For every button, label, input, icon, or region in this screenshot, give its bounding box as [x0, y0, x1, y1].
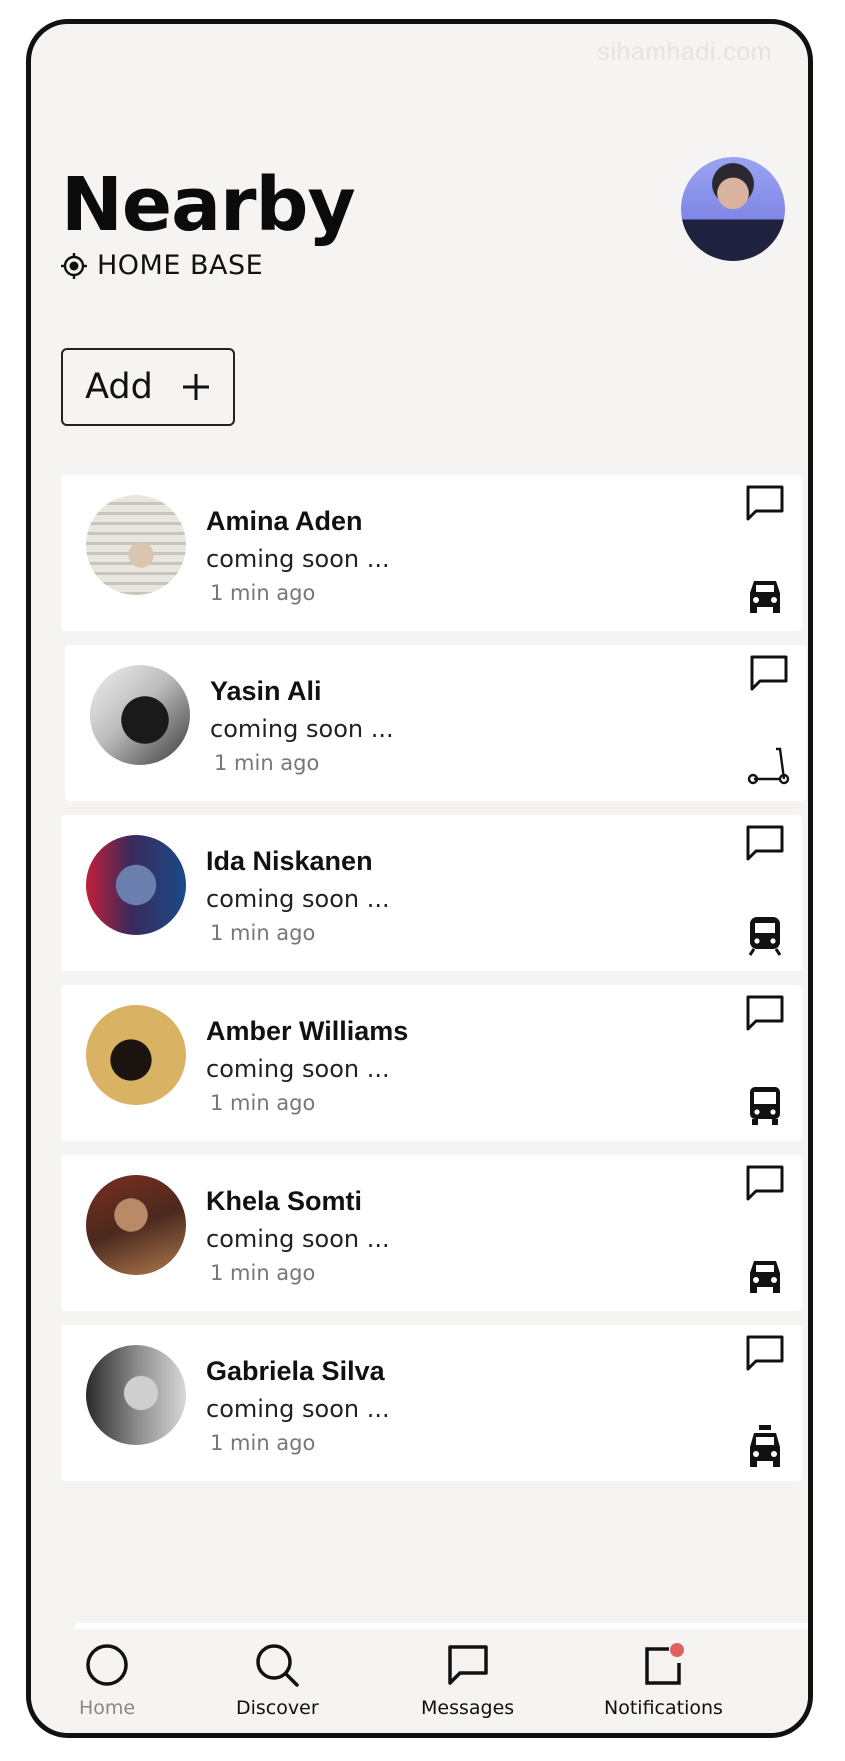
train-icon	[748, 917, 782, 956]
car-icon	[750, 581, 780, 613]
contact-name: Amina Aden	[206, 506, 363, 536]
add-button[interactable]: Add	[61, 348, 235, 426]
nav-home[interactable]: Home	[79, 1641, 135, 1719]
contact-card[interactable]: Amina Aden coming soon ... 1 min ago	[61, 475, 802, 631]
contact-card[interactable]: Yasin Ali coming soon ... 1 min ago	[65, 645, 806, 801]
location-label: HOME BASE	[97, 250, 264, 281]
location-row[interactable]: HOME BASE	[61, 250, 263, 281]
home-circle-icon	[86, 1644, 128, 1686]
bus-icon	[750, 1087, 780, 1125]
contact-card[interactable]: Gabriela Silva coming soon ... 1 min ago	[61, 1325, 802, 1481]
contact-status: coming soon ...	[206, 545, 390, 573]
contact-status: coming soon ...	[206, 1055, 390, 1083]
contact-name: Khela Somti	[206, 1186, 363, 1216]
contact-card[interactable]: Amber Williams coming soon ... 1 min ago	[61, 985, 802, 1141]
message-icon[interactable]	[748, 653, 790, 695]
contact-status: coming soon ...	[206, 1225, 390, 1253]
add-button-label: Add	[85, 367, 153, 407]
nav-home-label: Home	[79, 1697, 136, 1719]
message-icon[interactable]	[744, 823, 786, 865]
contact-time: 1 min ago	[210, 1261, 316, 1285]
message-icon[interactable]	[744, 483, 786, 525]
scooter-icon	[747, 747, 790, 785]
phone-frame: sihamhadi.com Nearby HOME BASE Add Amina…	[26, 19, 813, 1738]
bottom-nav: Home Discover Messages Notifications	[31, 1629, 808, 1733]
contact-time: 1 min ago	[210, 921, 316, 945]
search-icon	[256, 1644, 300, 1687]
contact-time: 1 min ago	[214, 751, 320, 775]
contact-name: Gabriela Silva	[206, 1356, 385, 1386]
notification-icon	[645, 1643, 685, 1685]
contact-time: 1 min ago	[210, 1431, 316, 1455]
contact-name: Ida Niskanen	[206, 846, 373, 876]
nav-discover-label: Discover	[236, 1697, 319, 1719]
avatar	[86, 1345, 186, 1445]
watermark: sihamhadi.com	[597, 38, 772, 66]
contact-status: coming soon ...	[210, 715, 394, 743]
avatar	[90, 665, 190, 765]
car-icon	[750, 1261, 780, 1293]
page-title: Nearby	[61, 162, 356, 248]
contact-name: Amber Williams	[206, 1016, 409, 1046]
contact-status: coming soon ...	[206, 1395, 390, 1423]
message-icon[interactable]	[744, 1333, 786, 1375]
contact-status: coming soon ...	[206, 885, 390, 913]
avatar	[86, 1175, 186, 1275]
contact-name: Yasin Ali	[210, 676, 322, 706]
message-icon[interactable]	[744, 993, 786, 1035]
location-target-icon	[61, 252, 87, 279]
message-icon[interactable]	[744, 1163, 786, 1205]
taxi-icon	[750, 1425, 780, 1467]
nav-messages[interactable]: Messages	[421, 1641, 514, 1719]
avatar	[86, 1005, 186, 1105]
avatar	[86, 495, 186, 595]
contact-time: 1 min ago	[210, 581, 316, 605]
nav-discover[interactable]: Discover	[236, 1641, 319, 1719]
contact-card[interactable]: Khela Somti coming soon ... 1 min ago	[61, 1155, 802, 1311]
message-icon	[447, 1645, 488, 1685]
nav-notifications-label: Notifications	[604, 1697, 723, 1719]
contact-time: 1 min ago	[210, 1091, 316, 1115]
plus-icon	[182, 374, 209, 400]
nav-messages-label: Messages	[421, 1697, 515, 1719]
nav-notifications[interactable]: Notifications	[604, 1641, 723, 1719]
contact-card[interactable]: Ida Niskanen coming soon ... 1 min ago	[61, 815, 802, 971]
avatar	[86, 835, 186, 935]
profile-avatar[interactable]	[681, 157, 785, 261]
